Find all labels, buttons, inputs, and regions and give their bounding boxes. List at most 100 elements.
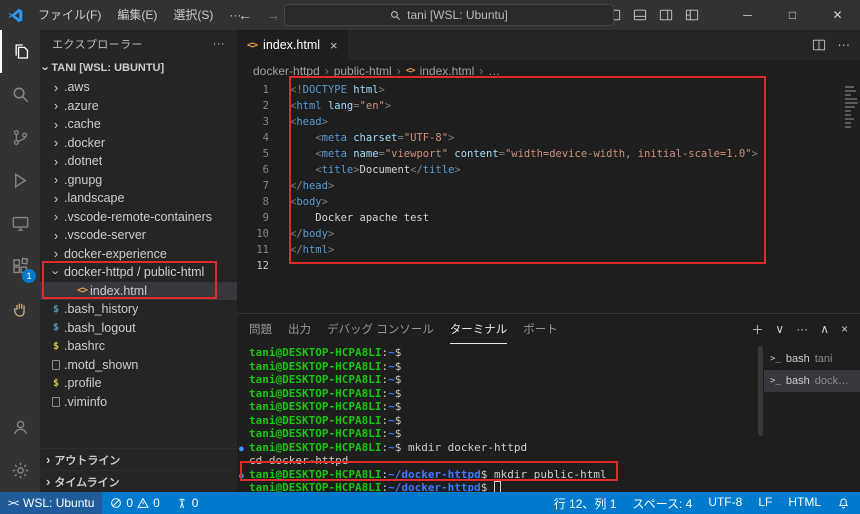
explorer-item[interactable]: ›.landscape bbox=[40, 189, 237, 208]
terminal-detail: tani bbox=[815, 353, 833, 365]
customize-layout-icon[interactable] bbox=[685, 8, 699, 22]
status-item[interactable]: スペース: 4 bbox=[632, 495, 692, 512]
activity-run-debug[interactable] bbox=[0, 159, 40, 202]
status-bar-right: 行 12、列 1 スペース: 4 UTF-8 LF HTML bbox=[554, 495, 860, 512]
terminal-icon: >_ bbox=[770, 354, 781, 364]
panel-tab-bar: 問題出力デバッグ コンソールターミナルポート ＋ ∨ ··· ∧ × bbox=[237, 314, 860, 344]
terminal-output[interactable]: tani@DESKTOP-HCPA8LI:~$tani@DESKTOP-HCPA… bbox=[237, 344, 764, 492]
explorer-item[interactable]: ›.docker bbox=[40, 134, 237, 153]
explorer-item[interactable]: $ .bashrc bbox=[40, 337, 237, 356]
forward-icon[interactable]: → bbox=[266, 7, 280, 23]
sidebar-section[interactable]: ›アウトライン bbox=[40, 448, 237, 470]
shell-file-icon: $ bbox=[53, 341, 59, 352]
toggle-panel-icon[interactable] bbox=[633, 8, 647, 22]
explorer-item[interactable]: ›.cache bbox=[40, 115, 237, 134]
chevron-right-icon: › bbox=[54, 118, 58, 131]
minimap[interactable] bbox=[842, 82, 860, 313]
command-center-search[interactable]: tani [WSL: Ubuntu] bbox=[284, 4, 614, 26]
explorer-item[interactable]: $.bash_logout bbox=[40, 319, 237, 338]
activity-accounts[interactable] bbox=[0, 406, 40, 449]
shell-file-icon: $ bbox=[53, 322, 59, 333]
chevron-right-icon: › bbox=[54, 229, 58, 242]
breadcrumb: docker-httpd›public-html›<>index.html›… bbox=[237, 60, 860, 82]
explorer-item[interactable]: ›.azure bbox=[40, 97, 237, 116]
maximize-panel-icon[interactable]: ∧ bbox=[820, 322, 829, 336]
close-button[interactable]: ✕ bbox=[815, 0, 860, 30]
panel-more-icon[interactable]: ··· bbox=[796, 322, 808, 336]
line-number: 12 bbox=[237, 258, 269, 274]
explorer-item[interactable]: ›docker-experience bbox=[40, 245, 237, 264]
split-editor-icon[interactable] bbox=[812, 38, 826, 52]
code-editor[interactable]: 123456789101112 <!DOCTYPE html><html lan… bbox=[237, 82, 860, 313]
terminal-line: tani@DESKTOP-HCPA8LI:~$ bbox=[237, 346, 764, 360]
explorer-item[interactable]: $.bash_history bbox=[40, 300, 237, 319]
explorer-item[interactable]: ›docker-httpd / public-html bbox=[40, 263, 237, 282]
line-number: 9 bbox=[237, 210, 269, 226]
ports-status[interactable]: 0 bbox=[168, 496, 207, 510]
terminal-list-item[interactable]: >_bashtani bbox=[764, 348, 860, 370]
file-label: .bashrc bbox=[64, 339, 105, 353]
panel-tab-output[interactable]: 出力 bbox=[288, 314, 311, 344]
search-text: tani [WSL: Ubuntu] bbox=[407, 8, 508, 22]
activity-explorer[interactable] bbox=[0, 30, 40, 73]
explorer-item[interactable]: ›.dotnet bbox=[40, 152, 237, 171]
maximize-button[interactable]: □ bbox=[770, 0, 815, 30]
explorer-item[interactable]: <>index.html bbox=[40, 282, 237, 301]
explorer-item[interactable]: .viminfo bbox=[40, 393, 237, 412]
tab-index-html[interactable]: <> index.html × bbox=[237, 30, 349, 60]
command-decoration-icon[interactable]: ● bbox=[239, 469, 244, 483]
explorer-item[interactable]: ›.aws bbox=[40, 78, 237, 97]
explorer-section-header[interactable]: › TANI [WSL: UBUNTU] bbox=[40, 58, 237, 78]
menu-item[interactable]: 編集(E) bbox=[109, 0, 165, 30]
status-item[interactable]: LF bbox=[758, 495, 772, 512]
status-item[interactable]: HTML bbox=[788, 495, 821, 512]
explorer-item[interactable]: ›.vscode-server bbox=[40, 226, 237, 245]
explorer-item[interactable]: ›.gnupg bbox=[40, 171, 237, 190]
activity-remote-explorer[interactable] bbox=[0, 202, 40, 245]
code-line: <html lang="en"> bbox=[290, 98, 860, 114]
toggle-secondary-sidebar-icon[interactable] bbox=[659, 8, 673, 22]
chevron-right-icon: › bbox=[397, 64, 401, 78]
notifications-bell-icon[interactable] bbox=[837, 497, 850, 510]
sidebar-section[interactable]: ›タイムライン bbox=[40, 470, 237, 492]
explorer-item[interactable]: $.profile bbox=[40, 374, 237, 393]
back-icon[interactable]: ← bbox=[238, 7, 252, 23]
file-label: .landscape bbox=[64, 191, 124, 205]
minimize-button[interactable]: ─ bbox=[725, 0, 770, 30]
activity-source-control[interactable] bbox=[0, 116, 40, 159]
terminal-line: tani@DESKTOP-HCPA8LI:~$ bbox=[237, 400, 764, 414]
panel-tab-terminal[interactable]: ターミナル bbox=[450, 314, 508, 344]
close-panel-icon[interactable]: × bbox=[841, 322, 848, 336]
terminal-list-item[interactable]: >_bashdocker… bbox=[764, 370, 860, 392]
status-item[interactable]: 行 12、列 1 bbox=[554, 495, 617, 512]
views-more-icon[interactable]: ··· bbox=[213, 38, 225, 50]
problems-status[interactable]: 0 0 bbox=[102, 496, 167, 510]
panel-tab-ports[interactable]: ポート bbox=[523, 314, 558, 344]
status-item[interactable]: UTF-8 bbox=[708, 495, 742, 512]
activity-docker-hand[interactable] bbox=[0, 288, 40, 331]
file-label: index.html bbox=[90, 284, 147, 298]
panel-tab-debug-console[interactable]: デバッグ コンソール bbox=[327, 314, 434, 344]
explorer-item[interactable]: .motd_shown bbox=[40, 356, 237, 375]
breadcrumb-item[interactable]: … bbox=[488, 64, 500, 78]
terminal-line: tani@DESKTOP-HCPA8LI:~$ bbox=[237, 414, 764, 428]
breadcrumb-item[interactable]: public-html bbox=[334, 64, 392, 78]
breadcrumb-item[interactable]: docker-httpd bbox=[253, 64, 320, 78]
editor-more-icon[interactable]: ··· bbox=[838, 38, 851, 52]
menu-item[interactable]: ファイル(F) bbox=[30, 0, 109, 30]
code-line: </html> bbox=[290, 242, 860, 258]
activity-extensions[interactable]: 1 bbox=[0, 245, 40, 288]
new-terminal-icon[interactable]: ＋ bbox=[751, 321, 763, 338]
breadcrumb-item[interactable]: index.html bbox=[420, 64, 475, 78]
tab-close-icon[interactable]: × bbox=[330, 38, 338, 53]
menu-item[interactable]: 選択(S) bbox=[165, 0, 221, 30]
activity-settings[interactable] bbox=[0, 449, 40, 492]
terminal-dropdown-icon[interactable]: ∨ bbox=[775, 322, 784, 336]
remote-indicator[interactable]: >< WSL: Ubuntu bbox=[0, 492, 102, 514]
command-decoration-icon[interactable]: ● bbox=[239, 442, 244, 456]
file-label: .azure bbox=[64, 99, 99, 113]
activity-search[interactable] bbox=[0, 73, 40, 116]
extensions-badge: 1 bbox=[22, 269, 36, 283]
explorer-item[interactable]: ›.vscode-remote-containers bbox=[40, 208, 237, 227]
panel-tab-problems[interactable]: 問題 bbox=[249, 314, 272, 344]
